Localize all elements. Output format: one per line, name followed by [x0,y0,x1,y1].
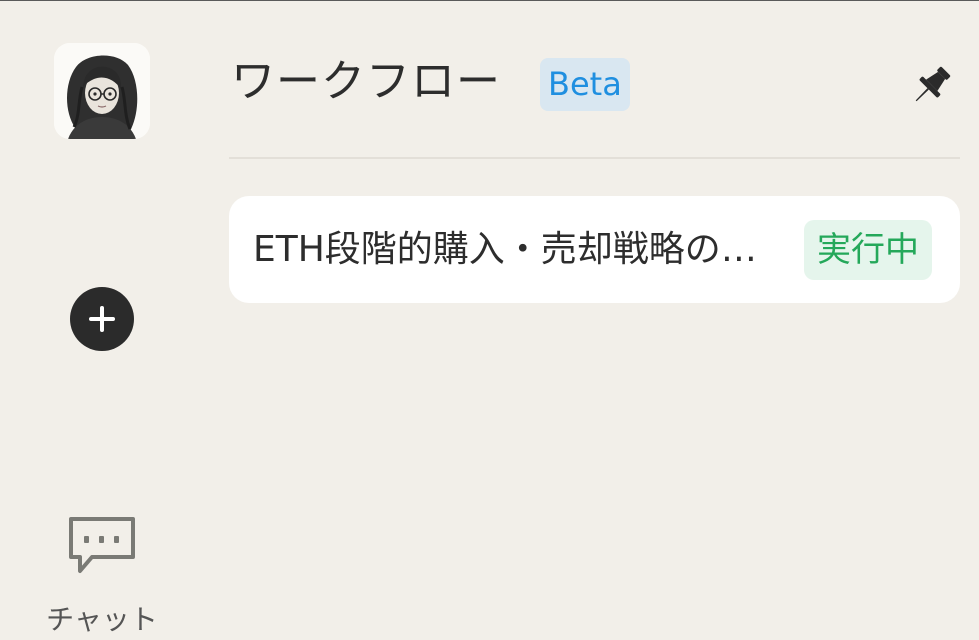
sidebar: チャット [0,0,205,636]
plus-icon [89,306,115,332]
status-badge: 実行中 [804,220,932,280]
avatar-illustration-icon [54,43,150,139]
header-divider [229,157,960,159]
avatar[interactable] [54,43,150,139]
page-title: ワークフロー [231,56,501,107]
workflow-title: ETH段階的購入・売却戦略の自動実行 [253,229,783,270]
pin-button[interactable] [906,61,956,111]
beta-badge: Beta [540,58,630,111]
workflow-card[interactable]: ETH段階的購入・売却戦略の自動実行 実行中 [229,196,960,303]
add-workflow-button[interactable] [70,287,134,351]
chat-bubble-icon[interactable] [68,515,136,577]
chat-nav-label[interactable]: チャット [34,600,170,640]
pin-icon [915,66,951,102]
